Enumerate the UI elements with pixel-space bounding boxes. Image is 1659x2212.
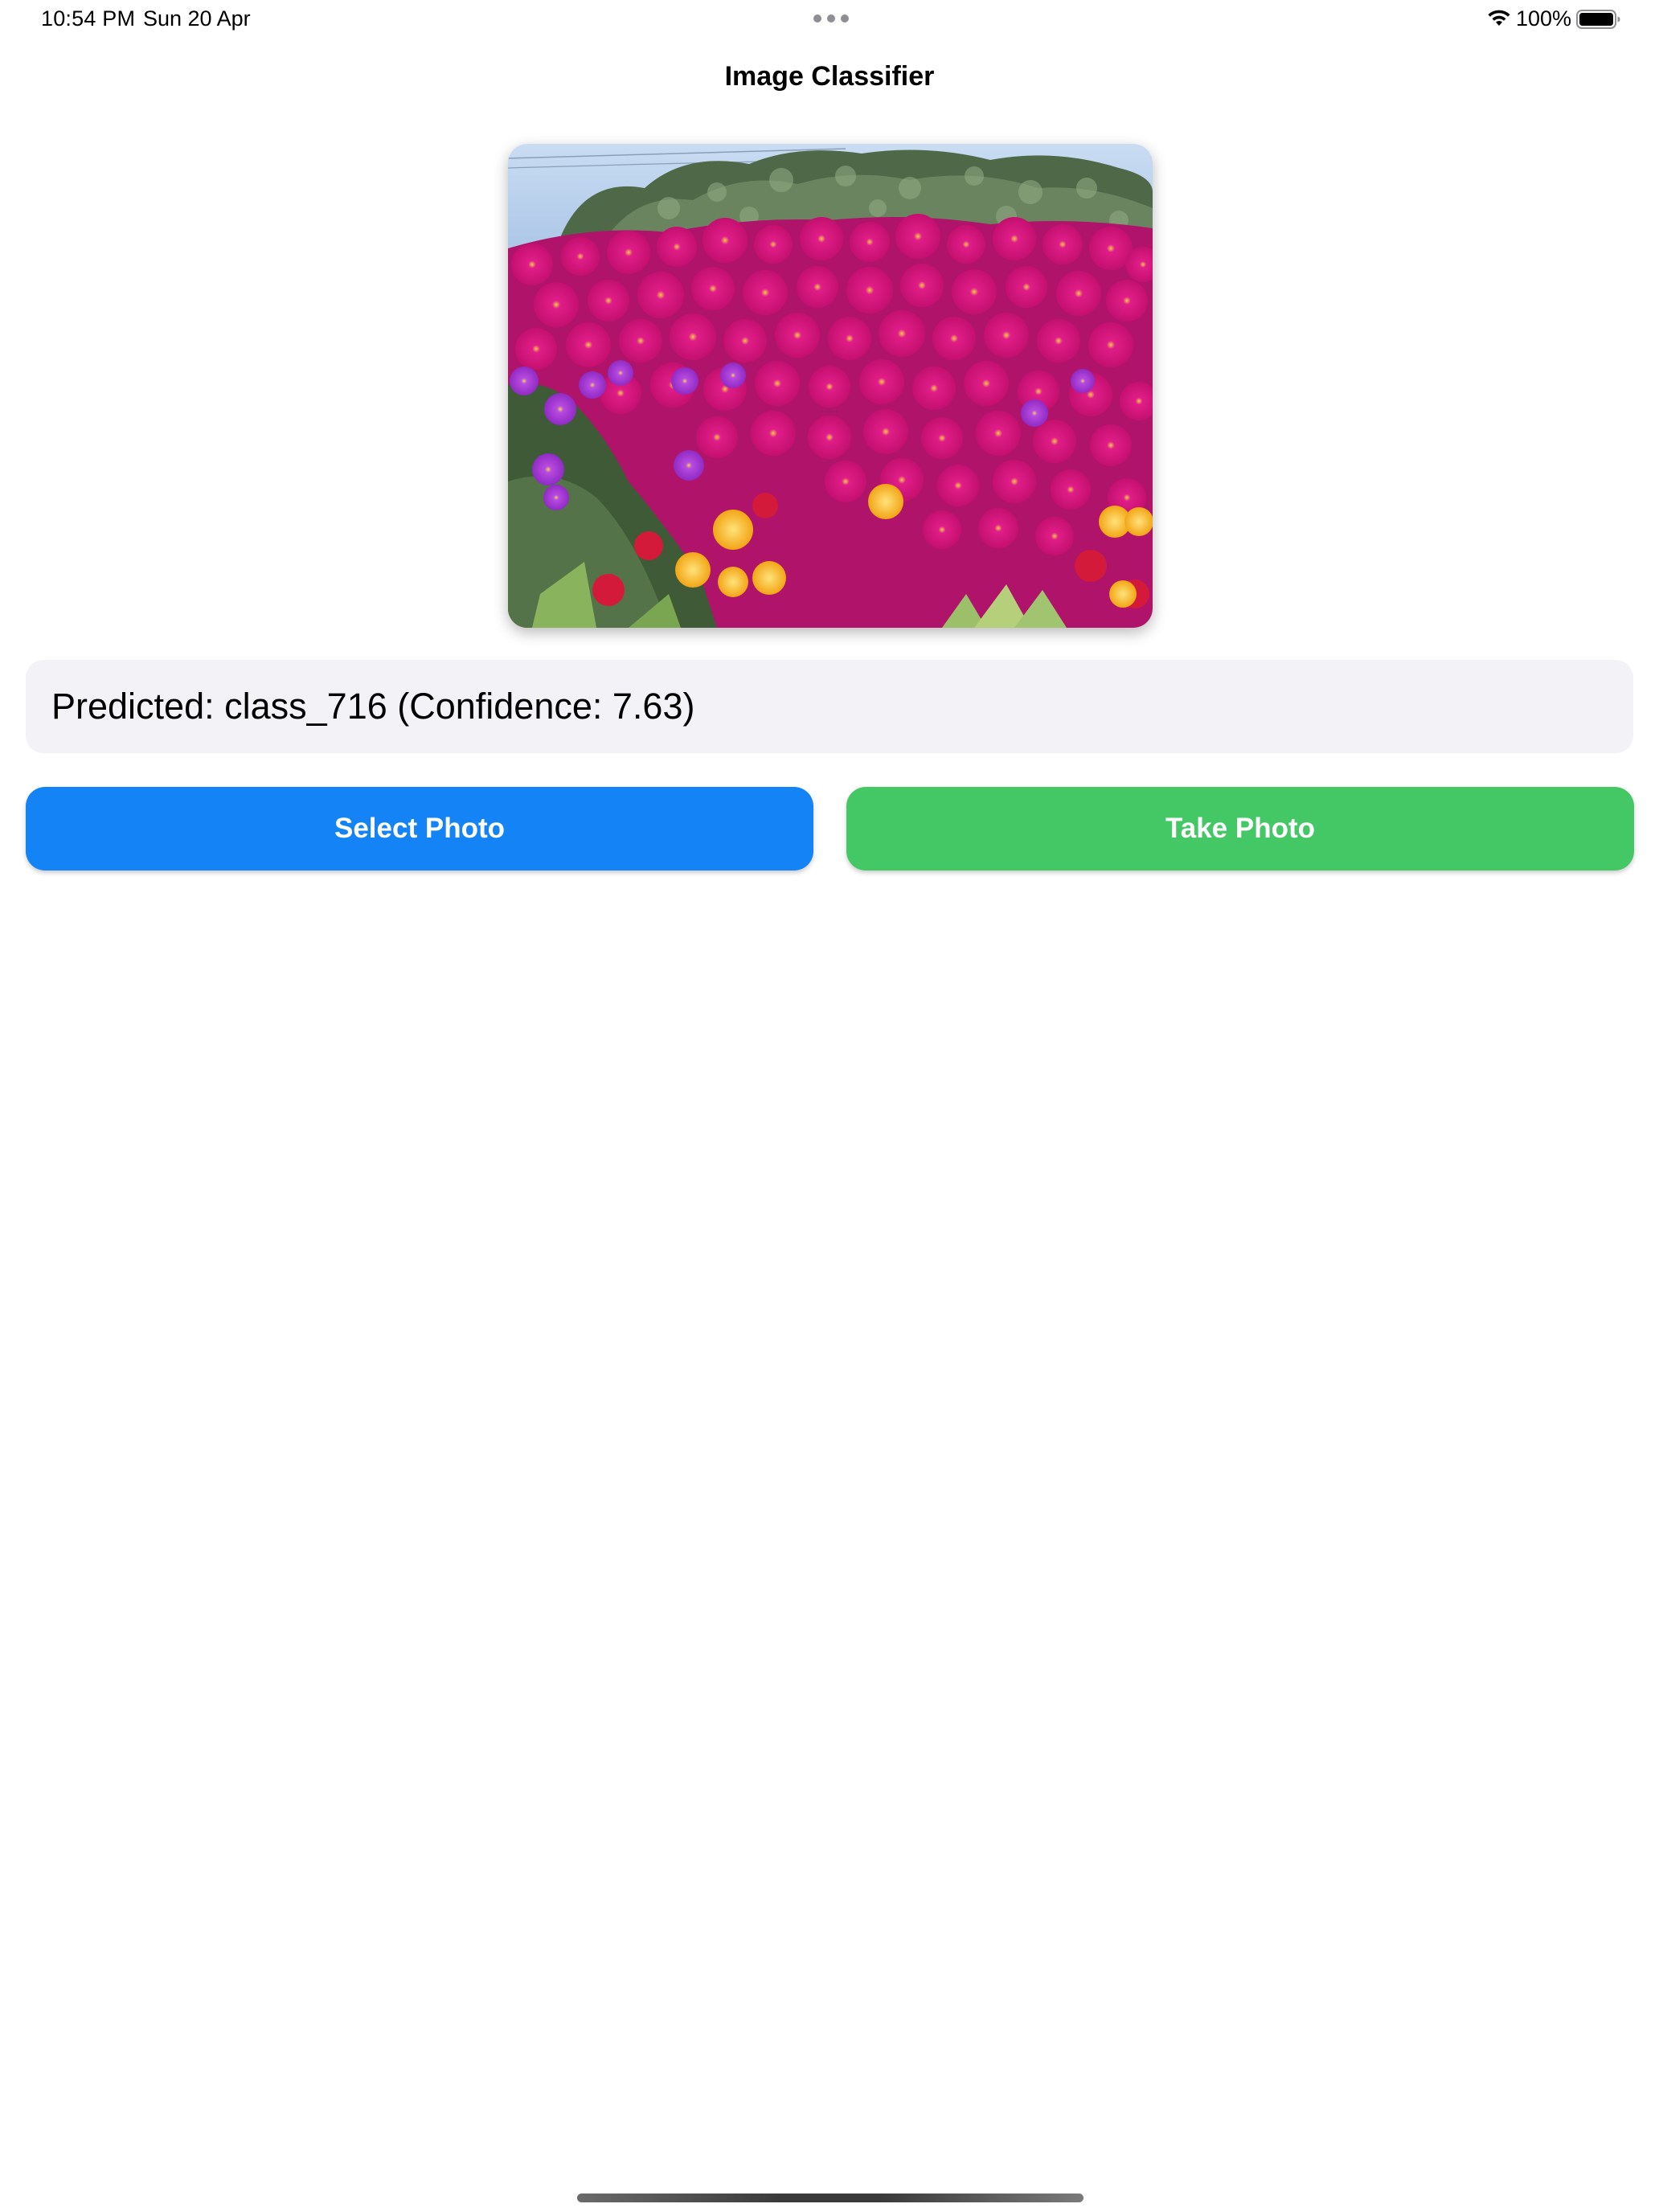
status-time: 10:54 PM — [41, 6, 136, 31]
wifi-icon — [1488, 10, 1510, 26]
battery-percent: 100% — [1516, 6, 1572, 31]
select-photo-button[interactable]: Select Photo — [26, 787, 813, 870]
home-indicator[interactable] — [577, 2194, 1083, 2202]
prediction-result-box: Predicted: class_716 (Confidence: 7.63) — [26, 660, 1633, 753]
battery-icon — [1576, 10, 1620, 29]
status-bar: 10:54 PM Sun 20 Apr 100% — [0, 0, 1659, 39]
multitasking-dots-icon[interactable] — [813, 14, 849, 23]
selected-photo — [508, 144, 1153, 628]
status-date: Sun 20 Apr — [143, 6, 251, 31]
take-photo-button[interactable]: Take Photo — [846, 787, 1634, 870]
page-title: Image Classifier — [724, 61, 935, 92]
prediction-text: Predicted: class_716 (Confidence: 7.63) — [51, 686, 695, 727]
